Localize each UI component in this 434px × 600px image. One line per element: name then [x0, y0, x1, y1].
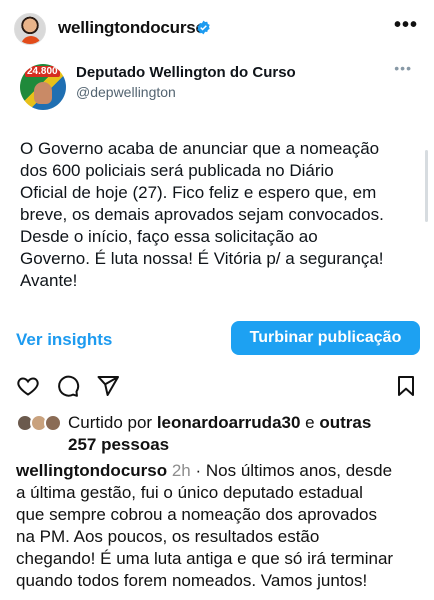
tweet-line: Avante! — [20, 271, 78, 290]
tweet-text: O Governo acaba de anunciar que a nomeaç… — [20, 138, 416, 292]
more-horizontal-icon[interactable]: ••• — [394, 14, 418, 37]
tweet-line: Oficial de hoje (27). Fico feliz e esper… — [20, 183, 377, 202]
post-header: wellingtondocurso ••• — [0, 0, 434, 56]
avatar-badge: 24.800 — [25, 66, 60, 77]
tweet-line: Governo. É luta nossa! É Vitória p/ a se… — [20, 249, 384, 268]
liker-username[interactable]: leonardoarruda30 — [157, 413, 301, 432]
heart-icon[interactable] — [16, 374, 40, 398]
action-bar — [0, 368, 434, 404]
caption-first-line: wellingtondocurso 2h · Nos últimos anos,… — [16, 460, 426, 482]
caption-text: · Nos últimos anos, desde — [190, 461, 393, 480]
likes-prefix: Curtido por — [68, 413, 157, 432]
tweet-more-icon: ••• — [394, 60, 412, 76]
tweet-line: O Governo acaba de anunciar que a nomeaç… — [20, 139, 380, 158]
avatar — [44, 414, 62, 432]
tweet-author-handle: @depwellington — [76, 84, 176, 100]
caption-line: a última gestão, fui o único deputado es… — [16, 483, 363, 502]
tweet-author-name: Deputado Wellington do Curso — [76, 64, 296, 81]
likes-text: Curtido por leonardoarruda30 e outras 25… — [68, 412, 371, 456]
comment-icon[interactable] — [56, 374, 80, 398]
share-icon[interactable] — [96, 374, 120, 398]
tweet-line: Desde o início, faço essa solicitação ao — [20, 227, 318, 246]
bookmark-icon[interactable] — [394, 374, 418, 398]
avatar[interactable] — [14, 13, 46, 45]
caption: wellingtondocurso 2h · Nos últimos anos,… — [16, 460, 426, 592]
caption-line: na PM. Aos poucos, os resultados estão — [16, 527, 320, 546]
tweet-line: dos 600 policiais será publicada no Diár… — [20, 161, 334, 180]
boost-post-button[interactable]: Turbinar publicação — [231, 321, 420, 355]
caption-timestamp: 2h — [171, 461, 191, 480]
likes-count[interactable]: 257 pessoas — [68, 435, 169, 454]
likes-summary[interactable]: Curtido por leonardoarruda30 e outras 25… — [16, 412, 426, 454]
avatar-face — [34, 82, 52, 104]
caption-line: chegando! É uma luta antiga e que só irá… — [16, 549, 394, 568]
caption-line: que sempre cobrou a nomeação dos aprovad… — [16, 505, 378, 524]
likes-others[interactable]: outras — [319, 413, 371, 432]
view-insights-link[interactable]: Ver insights — [16, 330, 112, 350]
liker-avatars — [16, 414, 66, 432]
verified-badge-icon — [197, 20, 210, 35]
caption-line: quando todos forem nomeados. Vamos junto… — [16, 571, 368, 590]
likes-joiner: e — [300, 413, 320, 432]
tweet-avatar: 24.800 — [20, 64, 66, 110]
username[interactable]: wellingtondocurso — [58, 18, 206, 38]
scrollbar[interactable] — [425, 150, 428, 222]
caption-username[interactable]: wellingtondocurso — [16, 461, 167, 480]
tweet-line: breve, os demais aprovados sejam convoca… — [20, 205, 384, 224]
